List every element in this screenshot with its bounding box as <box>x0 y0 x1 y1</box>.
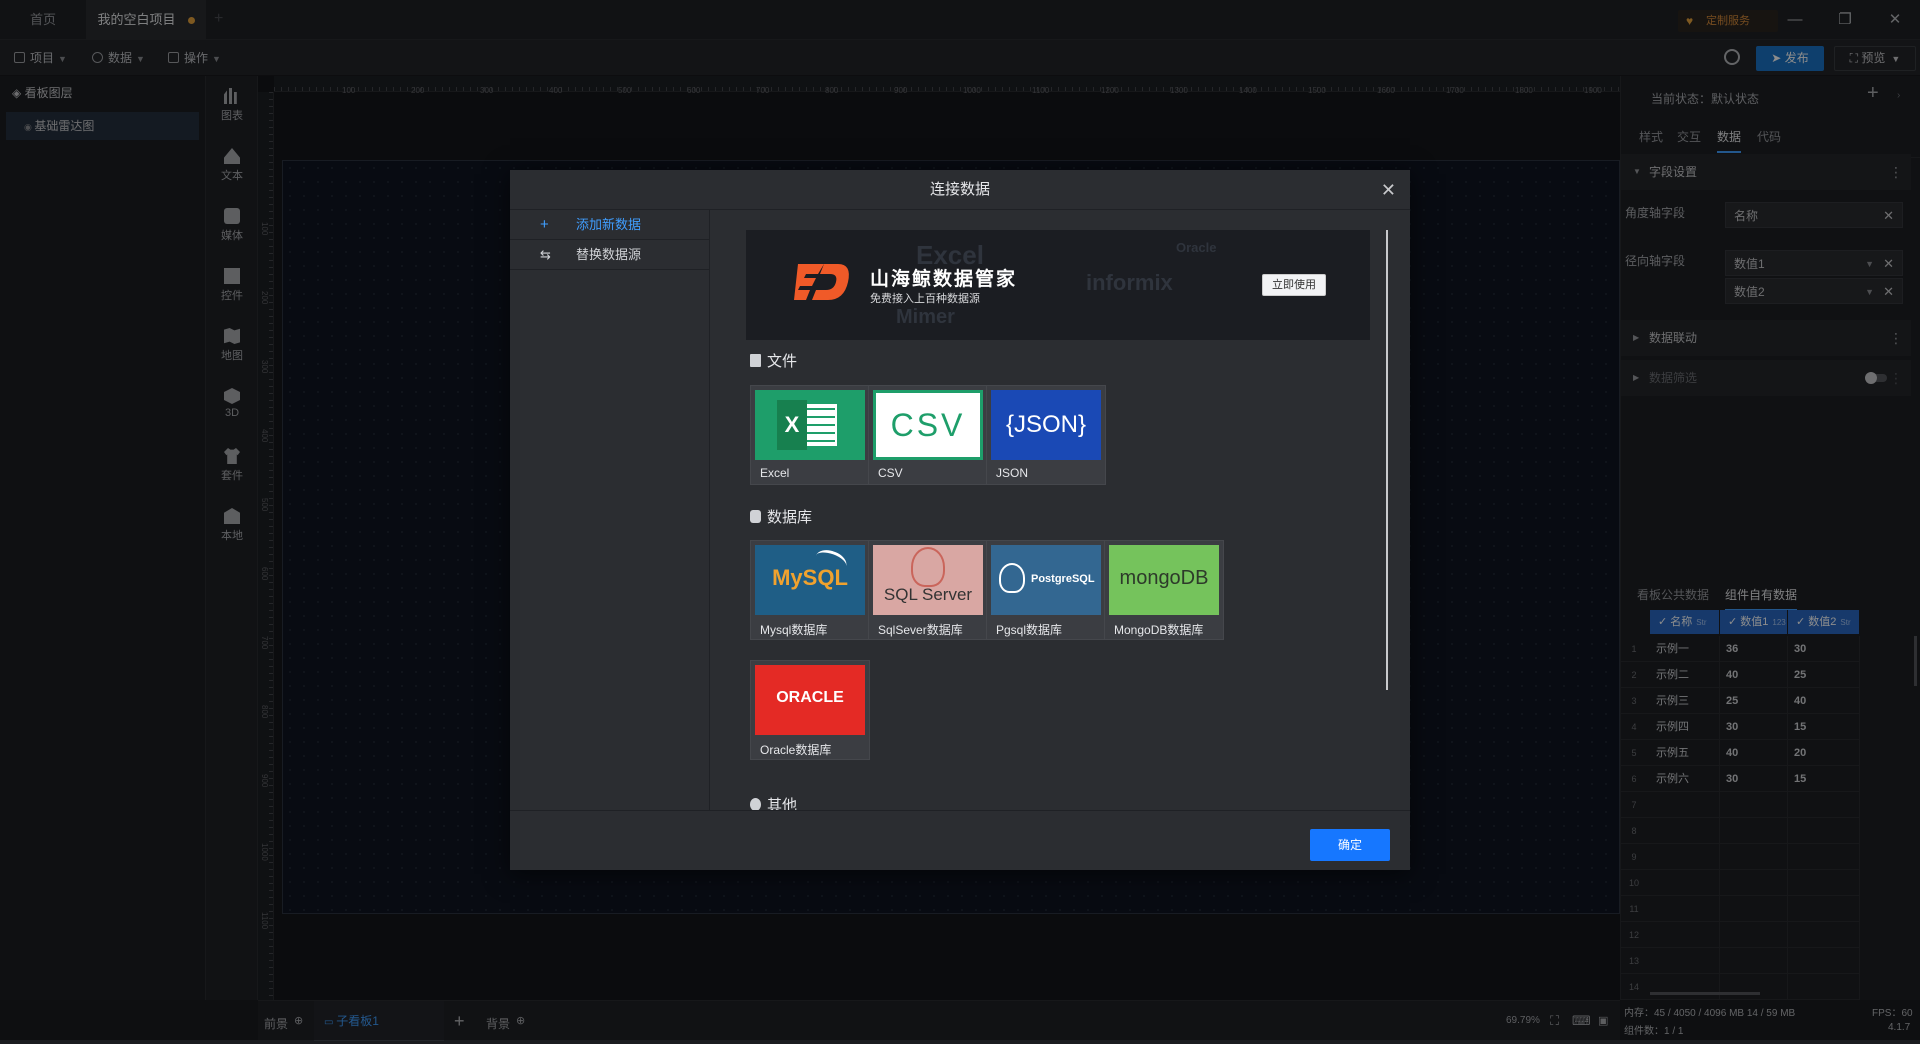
csv-icon: CSV <box>873 390 983 460</box>
elephant-icon <box>999 563 1025 593</box>
csv-card[interactable]: CSV CSV <box>868 385 988 485</box>
oracle-mark: ORACLE <box>776 689 844 706</box>
connect-data-dialog: 连接数据 ✕ + 添加新数据 ⇆ 替换数据源 Excel informix Mime… <box>510 170 1410 870</box>
close-icon[interactable]: ✕ <box>1381 170 1396 210</box>
confirm-button[interactable]: 确定 <box>1310 829 1390 861</box>
mysql-icon: MySQL <box>755 545 865 615</box>
shanhaijing-logo-icon <box>794 264 849 300</box>
side-label: 替换数据源 <box>576 247 642 262</box>
sqlserver-icon: SQL Server <box>873 545 983 615</box>
bg-word: Mimer <box>896 306 955 328</box>
excel-icon: X <box>755 390 865 460</box>
banner-subtitle: 免费接入上百种数据源 <box>870 293 980 305</box>
card-name: Mysql数据库 <box>760 623 828 637</box>
excel-mark: X <box>777 400 807 450</box>
group-label: 其他 <box>767 797 798 810</box>
mysql-card[interactable]: MySQL Mysql数据库 <box>750 540 870 640</box>
plus-icon: + <box>540 216 549 233</box>
json-mark: {JSON} <box>1005 411 1087 438</box>
data-manager-banner[interactable]: Excel informix Mimer Oracle 山海鲸数据管家 免费接入… <box>746 230 1370 340</box>
bg-word: Oracle <box>1176 240 1217 255</box>
dialog-scrollbar[interactable] <box>1386 230 1388 690</box>
sqlserver-flame-icon <box>911 547 945 587</box>
replace-source-item[interactable]: ⇆ 替换数据源 <box>510 240 710 270</box>
banner-title: 山海鲸数据管家 <box>870 269 1018 290</box>
excel-card[interactable]: X Excel <box>750 385 870 485</box>
database-icon <box>750 510 761 523</box>
dialog-title: 连接数据 <box>510 170 1410 210</box>
side-label: 添加新数据 <box>576 217 642 232</box>
other-icon <box>750 798 761 810</box>
database-group-title: 数据库 <box>750 506 812 527</box>
card-name: Excel <box>760 466 790 480</box>
card-name: JSON <box>996 466 1029 480</box>
pgsql-icon: PostgreSQL <box>991 545 1101 615</box>
sqlserver-card[interactable]: SQL Server SqlSever数据库 <box>868 540 988 640</box>
pgsql-card[interactable]: PostgreSQL Pgsql数据库 <box>986 540 1106 640</box>
sqlserver-mark: SQL Server <box>883 585 973 604</box>
use-now-button[interactable]: 立即使用 <box>1262 274 1326 296</box>
card-name: Oracle数据库 <box>760 743 832 757</box>
csv-mark: CSV <box>876 393 980 457</box>
pgsql-mark: PostgreSQL <box>1031 573 1095 585</box>
bg-word: informix <box>1086 270 1173 295</box>
mysql-mark: MySQL <box>772 565 848 590</box>
card-name: Pgsql数据库 <box>996 623 1063 637</box>
card-name: MongoDB数据库 <box>1114 623 1204 637</box>
group-label: 文件 <box>767 353 798 370</box>
oracle-card[interactable]: ORACLE Oracle数据库 <box>750 660 870 760</box>
document-icon <box>750 354 761 367</box>
dialog-body: Excel informix Mimer Oracle 山海鲸数据管家 免费接入… <box>710 210 1410 810</box>
mongodb-icon: mongoDB <box>1109 545 1219 615</box>
dialog-footer: 确定 <box>510 810 1410 870</box>
mongodb-mark: mongoDB <box>1119 567 1209 589</box>
card-name: CSV <box>878 466 903 480</box>
mongodb-card[interactable]: mongoDB MongoDB数据库 <box>1104 540 1224 640</box>
swap-icon: ⇆ <box>540 247 551 262</box>
oracle-icon: ORACLE <box>755 665 865 735</box>
other-group-title: 其他 <box>750 794 797 810</box>
file-group-title: 文件 <box>750 350 797 371</box>
json-icon: {JSON} <box>991 390 1101 460</box>
add-new-data-item[interactable]: + 添加新数据 <box>510 210 710 240</box>
group-label: 数据库 <box>767 509 813 526</box>
json-card[interactable]: {JSON} JSON <box>986 385 1106 485</box>
dialog-sidebar: + 添加新数据 ⇆ 替换数据源 <box>510 210 710 810</box>
card-name: SqlSever数据库 <box>878 623 963 637</box>
